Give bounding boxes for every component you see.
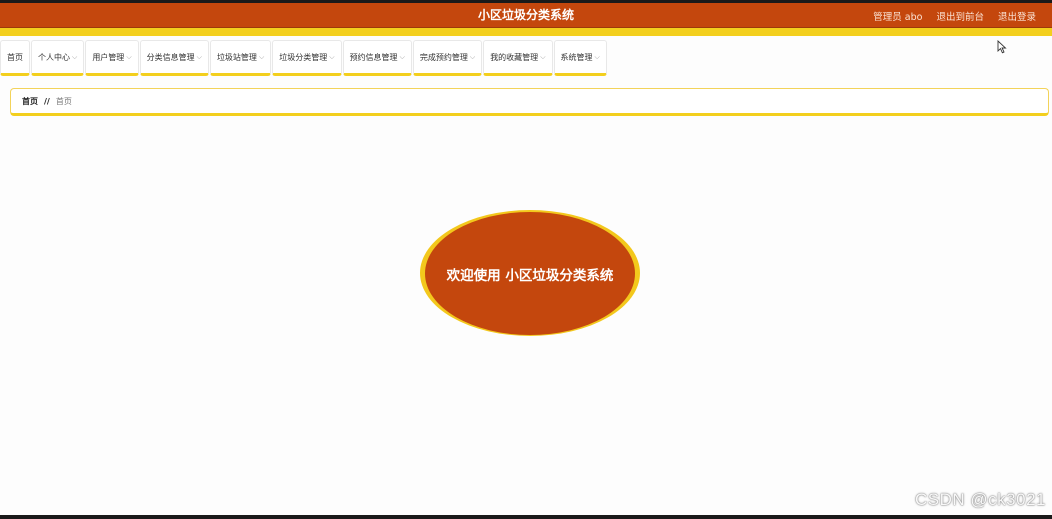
nav-item-appointment-info-management[interactable]: 预约信息管理 ⌵ (342, 40, 412, 76)
chevron-down-icon: ⌵ (72, 52, 78, 61)
nav-item-label: 完成预约管理 (419, 52, 468, 62)
chevron-down-icon: ⌵ (329, 52, 335, 61)
breadcrumb-home-link[interactable]: 首页 (22, 96, 38, 107)
nav-item-label: 垃圾分类管理 (279, 52, 328, 62)
welcome-banner: 欢迎使用 小区垃圾分类系统 (425, 212, 635, 335)
chevron-down-icon: ⌵ (594, 52, 600, 61)
nav-item-category-info-management[interactable]: 分类信息管理 ⌵ (139, 40, 209, 76)
chevron-down-icon: ⌵ (469, 52, 476, 61)
nav-item-user-management[interactable]: 用户管理 ⌵ (85, 40, 139, 76)
nav-item-label: 系统管理 (560, 52, 593, 62)
breadcrumb-separator: // (44, 96, 50, 106)
nav-item-label: 个人中心 (38, 52, 70, 62)
back-to-front-link[interactable]: 退出到前台 (936, 9, 984, 23)
nav-item-label: 我的收藏管理 (490, 52, 539, 62)
chevron-down-icon: ⌵ (399, 52, 405, 61)
chevron-down-icon: ⌵ (126, 52, 132, 61)
watermark: CSDN @ck3021 (915, 490, 1046, 509)
nav-item-label: 首页 (7, 52, 23, 62)
breadcrumb-current: 首页 (55, 96, 72, 106)
nav-item-label: 垃圾站管理 (216, 52, 257, 62)
nav-item-personal-center[interactable]: 个人中心 ⌵ (31, 40, 85, 76)
mouse-cursor-icon (997, 40, 1007, 54)
chevron-down-icon: ⌵ (258, 52, 265, 61)
chevron-down-icon: ⌵ (196, 52, 202, 61)
main-nav: 首页 个人中心 ⌵ 用户管理 ⌵ 分类信息管理 ⌵ 垃圾站管理 ⌵ 垃圾分类管理 ⌵ 预约… (0, 40, 608, 76)
nav-item-label: 预约信息管理 (349, 52, 398, 62)
nav-item-garbage-station-management[interactable]: 垃圾站管理 ⌵ (209, 40, 272, 76)
nav-item-system-management[interactable]: 系统管理 ⌵ (553, 40, 607, 76)
window-frame-bottom (0, 515, 1052, 519)
nav-item-garbage-sorting-management[interactable]: 垃圾分类管理 ⌵ (272, 40, 342, 76)
user-role-label: 管理员 abo (873, 11, 923, 23)
header-accent-strip (0, 28, 1052, 36)
nav-item-home[interactable]: 首页 (0, 40, 30, 76)
nav-item-completed-appointment-management[interactable]: 完成预约管理 ⌵ (412, 40, 483, 76)
logout-link[interactable]: 退出登录 (998, 9, 1036, 23)
welcome-message: 欢迎使用 小区垃圾分类系统 (446, 267, 614, 284)
nav-item-label: 用户管理 (92, 52, 125, 62)
nav-item-label: 分类信息管理 (146, 52, 195, 62)
chevron-down-icon: ⌵ (540, 52, 546, 61)
nav-item-my-favorites-management[interactable]: 我的收藏管理 ⌵ (483, 40, 553, 76)
header-user-links: 管理员 abo 退出到前台 退出登录 (873, 3, 1036, 28)
breadcrumb: 首页 // 首页 (10, 88, 1049, 116)
